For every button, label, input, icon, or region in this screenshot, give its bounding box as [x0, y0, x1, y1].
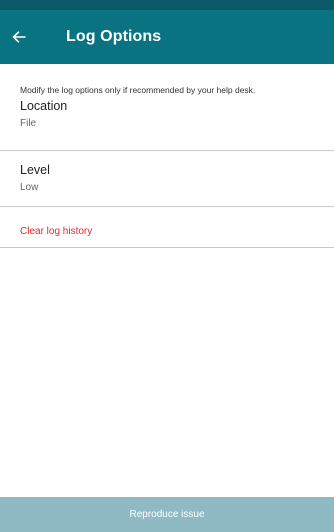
- log-options-content: Modify the log options only if recommend…: [0, 64, 334, 248]
- level-label: Level: [20, 163, 50, 177]
- clear-log-history-label: Clear log history: [20, 226, 93, 237]
- reproduce-issue-label: Reproduce issue: [129, 509, 205, 520]
- intro-text: Modify the log options only if recommend…: [20, 85, 256, 95]
- app-bar: Log Options: [0, 10, 334, 64]
- location-value: File: [20, 118, 37, 129]
- back-button[interactable]: [12, 10, 52, 64]
- location-label: Location: [20, 99, 68, 113]
- log-options-screen: Log Options Modify the log options only …: [0, 0, 334, 532]
- level-setting[interactable]: Level Low: [0, 151, 334, 207]
- location-setting[interactable]: Location File: [0, 96, 334, 151]
- page-title: Log Options: [66, 28, 162, 45]
- arrow-left-icon: [12, 31, 26, 43]
- reproduce-issue-button[interactable]: Reproduce issue: [0, 497, 334, 532]
- clear-log-history-button[interactable]: Clear log history: [0, 207, 334, 248]
- status-bar: [0, 0, 334, 10]
- level-value: Low: [20, 182, 39, 193]
